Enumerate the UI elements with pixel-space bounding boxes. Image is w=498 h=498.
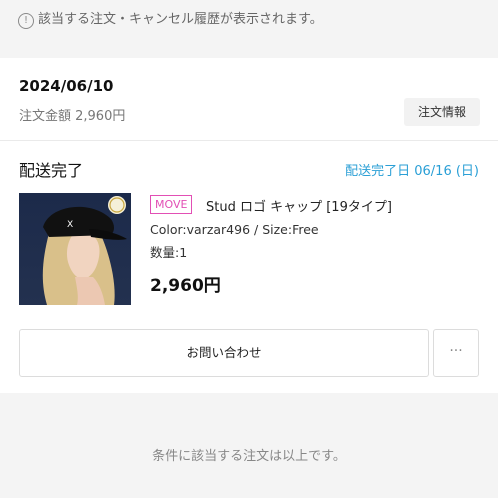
product-photo: X — [19, 193, 131, 305]
svg-text:X: X — [67, 220, 73, 230]
end-of-list-text: 条件に該当する注文は以上です。 — [152, 449, 346, 464]
product-quantity: 数量:1 — [150, 245, 188, 260]
product-price: 2,960円 — [150, 276, 221, 296]
notice-banner: ! 該当する注文・キャンセル履歴が表示されます。 — [0, 0, 498, 58]
notice-text: 該当する注文・キャンセル履歴が表示されます。 — [38, 12, 323, 27]
footer-banner: 条件に該当する注文は以上です。 — [0, 393, 498, 498]
product-image[interactable]: X — [19, 193, 131, 305]
more-options-button[interactable]: ··· — [433, 329, 479, 377]
product-name[interactable]: Stud ロゴ キャップ [19タイプ] — [206, 196, 392, 215]
contact-button[interactable]: お問い合わせ — [19, 329, 429, 377]
delivery-status: 配送完了 — [19, 161, 84, 180]
info-icon: ! — [18, 13, 34, 29]
delivered-date: 配送完了日 06/16 (日) — [345, 164, 479, 179]
order-header: 2024/06/10 注文金額 2,960円 注文情報 — [0, 58, 498, 141]
brand-badge: MOVE — [150, 195, 193, 214]
order-info-button[interactable]: 注文情報 — [404, 98, 480, 126]
product-variant: Color:varzar496 / Size:Free — [150, 222, 319, 237]
order-total: 注文金額 2,960円 — [19, 109, 126, 124]
order-date: 2024/06/10 — [19, 77, 114, 95]
